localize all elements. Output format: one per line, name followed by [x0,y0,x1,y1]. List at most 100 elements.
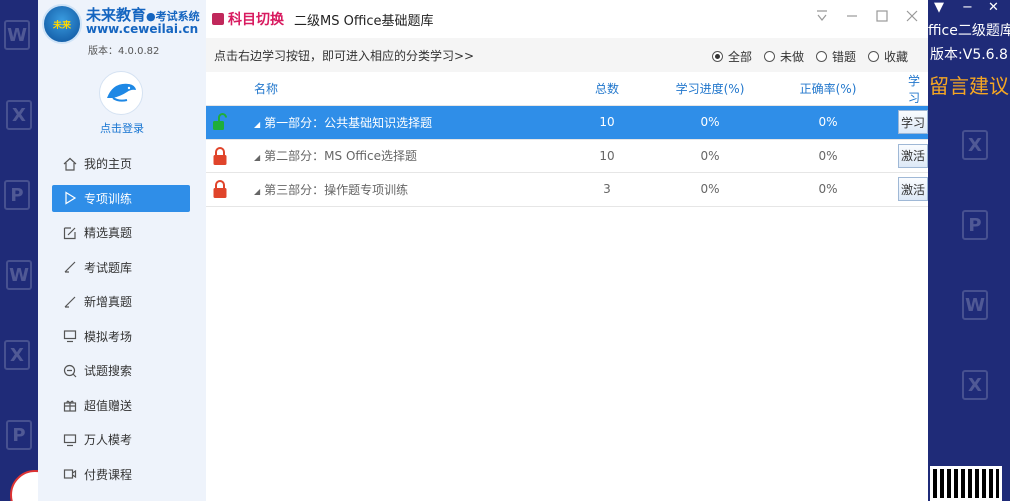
app-version: 版本：4.0.0.82 [88,46,160,57]
sidebar-item-label: 万人模考 [84,433,133,447]
background-title: ffice二级题库 [928,23,1010,39]
dropdown-icon: ▼ [934,0,944,15]
row-progress: 0% [700,182,720,197]
suggestion-link[interactable]: 留言建议 [928,70,1010,99]
lock-icon [206,146,234,166]
ppt-tile-icon: P [6,420,32,450]
row-name-text: 第三部分：操作题专项训练 [264,182,409,197]
window-controls [814,8,920,24]
radio-icon [867,51,879,62]
row-progress: 0% [700,148,720,163]
row-name: ◢ 第三部分：操作题专项训练 [254,182,409,197]
sidebar-item-gifts[interactable]: 超值赠送 [52,392,190,419]
sidebar-item-label: 新增真题 [84,295,133,309]
hint-text: 点击右边学习按钮，即可进入相应的分类学习>> [214,48,475,63]
video-icon [62,466,78,482]
sidebar-item-label: 考试题库 [84,260,133,275]
row-total: 10 [599,115,615,130]
maximize-icon[interactable] [874,8,890,24]
title-bar: 科目切换 二级MS Office基础题库 [206,0,928,38]
red-circle-icon [10,470,38,501]
background-version: 版本:V5.6.8 [930,47,1008,63]
filter-label: 全部 [727,50,752,64]
excel-tile-icon: X [962,130,988,160]
filter-favorites[interactable]: 收藏 [867,48,908,65]
background-app-right: ▼ − ✕ ffice二级题库 版本:V5.6.8 留言建议 X P W X [928,0,1010,501]
sidebar-item-mass-mock[interactable]: 万人模考 [52,426,190,453]
sidebar: 未来 未来教育●考试系统 www.ceweilai.cn 版本：4.0.0.82… [38,0,206,501]
filter-all[interactable]: 全部 [711,48,752,65]
menu-dropdown-icon[interactable] [814,8,830,24]
row-accuracy: 0% [818,115,838,130]
pen-icon [62,259,78,275]
pen-icon [62,294,78,310]
row-accuracy: 0% [818,148,838,163]
sidebar-item-home[interactable]: 我的主页 [52,150,190,177]
unlock-icon [206,112,234,132]
header-accuracy: 正确率(%) [799,82,857,96]
brand-site: www.ceweilai.cn [86,22,199,36]
sidebar-nav: 我的主页 专项训练 精选真题 考试题库 新增真题 模拟考场 试题搜索 超值赠送 … [52,150,190,495]
excel-tile-icon: X [962,370,988,400]
play-icon [62,190,78,206]
sidebar-item-special-training[interactable]: 专项训练 [52,184,190,212]
filter-wrong[interactable]: 错题 [815,48,856,65]
minimize-icon[interactable] [844,8,860,24]
word-tile-icon: W [4,20,30,50]
dolphin-icon [107,83,136,102]
radio-icon [763,51,775,62]
ppt-tile-icon: P [962,210,988,240]
gift-icon [62,397,78,413]
close-icon[interactable] [904,8,920,24]
header-action: 学习 [908,73,921,105]
row-total: 3 [603,182,611,197]
sidebar-item-label: 精选真题 [84,226,133,240]
subject-switch-button[interactable]: 科目切换 [228,9,284,29]
row-accuracy: 0% [818,182,838,197]
switch-icon [212,13,224,25]
filter-label: 收藏 [883,50,908,64]
filter-label: 错题 [831,50,856,64]
monitor-icon [62,432,78,448]
table-row[interactable]: ◢ 第三部分：操作题专项训练 3 0% 0% 激活 [206,173,928,207]
lock-icon [206,179,234,199]
table-row[interactable]: ◢ 第二部分：MS Office选择题 10 0% 0% 激活 [206,140,928,173]
word-tile-icon: W [6,260,32,290]
sidebar-item-label: 模拟考场 [84,329,133,344]
sidebar-item-paid-courses[interactable]: 付费课程 [52,461,190,488]
sidebar-item-selected-exams[interactable]: 精选真题 [52,219,190,246]
sidebar-item-exam-bank[interactable]: 考试题库 [52,254,190,281]
sidebar-item-label: 我的主页 [84,157,133,171]
ppt-tile-icon: P [4,180,30,210]
filter-radio-group: 全部 未做 错题 收藏 [711,48,908,65]
close-icon: ✕ [988,0,999,15]
monitor-icon [62,328,78,344]
avatar[interactable] [99,71,143,115]
activate-button[interactable]: 激活 [898,143,928,168]
table-row[interactable]: ◢ 第一部分：公共基础知识选择题 10 0% 0% 学习 [206,106,928,140]
search-icon [62,363,78,379]
header-name: 名称 [254,82,279,96]
sidebar-item-label: 超值赠送 [84,398,133,413]
row-name: ◢ 第二部分：MS Office选择题 [254,149,417,164]
main-panel: 科目切换 二级MS Office基础题库 点击右边学习按钮，即可进入相应的分类学… [206,0,928,501]
sidebar-item-new-exams[interactable]: 新增真题 [52,288,190,315]
sidebar-item-label: 专项训练 [84,191,133,206]
header-progress: 学习进度(%) [675,82,745,96]
activate-button[interactable]: 激活 [898,177,928,202]
row-total: 10 [599,148,615,163]
minimize-icon: − [962,0,973,15]
question-bank-title: 二级MS Office基础题库 [294,13,434,29]
sidebar-item-label: 试题搜索 [84,364,133,378]
row-name-text: 第一部分：公共基础知识选择题 [264,115,433,130]
filter-undone[interactable]: 未做 [763,48,804,65]
excel-tile-icon: X [6,100,32,130]
study-button[interactable]: 学习 [898,110,928,135]
sidebar-item-mock-exam[interactable]: 模拟考场 [52,323,190,350]
login-link[interactable]: 点击登录 [38,120,206,136]
table-header: 名称 总数 学习进度(%) 正确率(%) 学习 [206,72,928,106]
sidebar-item-question-search[interactable]: 试题搜索 [52,357,190,384]
qr-code-icon [930,466,1002,501]
main-window: 未来 未来教育●考试系统 www.ceweilai.cn 版本：4.0.0.82… [38,0,928,501]
background-app-left: W X P W X P [0,0,38,501]
